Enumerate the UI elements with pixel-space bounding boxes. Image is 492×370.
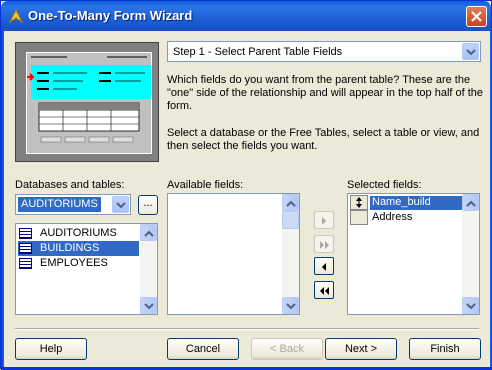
tables-scrollbar[interactable] — [140, 224, 157, 314]
chevron-up-icon — [144, 230, 154, 237]
selected-field-item[interactable]: Address — [350, 210, 462, 225]
scroll-thumb[interactable] — [282, 211, 299, 229]
table-list-item[interactable]: EMPLOYEES — [18, 256, 139, 271]
available-fields-scrollbar[interactable] — [282, 194, 299, 314]
table-name: AUDITORIUMS — [40, 227, 117, 239]
selected-fields-scrollbar[interactable] — [462, 194, 479, 314]
table-name: BUILDINGS — [40, 242, 100, 254]
table-name: EMPLOYEES — [40, 257, 108, 269]
tables-listbox[interactable]: AUDITORIUMS BUILDINGS EMPLOYEES — [15, 223, 158, 315]
help-button[interactable]: Help — [15, 338, 87, 360]
chevron-down-icon — [466, 303, 476, 310]
selected-field-name: Name_build — [370, 196, 462, 210]
chevron-up-icon — [286, 200, 296, 207]
remove-all-fields-button[interactable] — [314, 281, 334, 299]
cancel-button[interactable]: Cancel — [167, 338, 239, 360]
wizard-window: One-To-Many Form Wizard Step 1 - Select … — [0, 0, 492, 370]
double-arrow-left-icon — [320, 287, 329, 295]
chevron-down-icon — [144, 303, 154, 310]
double-arrow-right-icon — [320, 241, 329, 249]
available-fields-listbox[interactable] — [167, 193, 300, 315]
table-icon — [19, 228, 32, 239]
description-text: Which fields do you want from the parent… — [167, 74, 484, 112]
step-dropdown[interactable]: Step 1 - Select Parent Table Fields — [167, 41, 481, 62]
selected-field-item[interactable]: Name_build — [350, 195, 462, 210]
chevron-down-icon — [116, 202, 126, 209]
scroll-up-button[interactable] — [140, 224, 157, 241]
preview-illustration — [27, 53, 151, 143]
remove-field-button[interactable] — [314, 257, 334, 275]
title-bar[interactable]: One-To-Many Form Wizard — [1, 1, 491, 31]
add-field-button[interactable] — [314, 211, 334, 229]
databases-label: Databases and tables: — [15, 179, 125, 191]
scroll-up-button[interactable] — [282, 194, 299, 211]
finish-button[interactable]: Finish — [409, 338, 481, 360]
database-dropdown-button[interactable] — [112, 196, 129, 213]
window-title: One-To-Many Form Wizard — [28, 8, 193, 23]
scroll-down-button[interactable] — [462, 297, 479, 314]
close-button[interactable] — [466, 6, 487, 27]
scroll-up-button[interactable] — [462, 194, 479, 211]
step-dropdown-value: Step 1 - Select Parent Table Fields — [173, 46, 343, 58]
updown-arrow-icon — [356, 197, 362, 208]
close-icon — [471, 11, 482, 22]
chevron-up-icon — [466, 200, 476, 207]
move-handle[interactable] — [350, 195, 368, 210]
arrow-left-icon — [322, 263, 326, 271]
available-fields-label: Available fields: — [167, 179, 244, 191]
database-dropdown-value: AUDITORIUMS — [18, 197, 101, 212]
chevron-down-icon — [466, 49, 476, 56]
back-button[interactable]: < Back — [251, 338, 323, 360]
arrow-right-icon — [322, 217, 326, 225]
button-separator — [15, 328, 479, 330]
selected-fields-label: Selected fields: — [347, 179, 422, 191]
step-dropdown-button[interactable] — [462, 43, 479, 60]
scroll-down-button[interactable] — [140, 297, 157, 314]
table-list-item[interactable]: BUILDINGS — [18, 241, 139, 256]
scroll-down-button[interactable] — [282, 297, 299, 314]
instruction-text: Select a database or the Free Tables, se… — [167, 127, 480, 152]
add-all-fields-button[interactable] — [314, 235, 334, 253]
table-icon — [19, 258, 32, 269]
selected-field-name: Address — [372, 211, 413, 223]
table-list-item[interactable]: AUDITORIUMS — [18, 226, 139, 241]
chevron-down-icon — [286, 303, 296, 310]
table-icon — [19, 243, 32, 254]
move-handle[interactable] — [350, 210, 368, 225]
selected-fields-listbox[interactable]: Name_build Address — [347, 193, 480, 315]
window-border-left — [1, 31, 4, 370]
wizard-icon — [8, 8, 24, 24]
browse-database-button[interactable]: ... — [138, 195, 158, 215]
form-preview-image — [15, 42, 159, 162]
next-button[interactable]: Next > — [325, 338, 397, 360]
database-dropdown[interactable]: AUDITORIUMS — [15, 194, 131, 215]
